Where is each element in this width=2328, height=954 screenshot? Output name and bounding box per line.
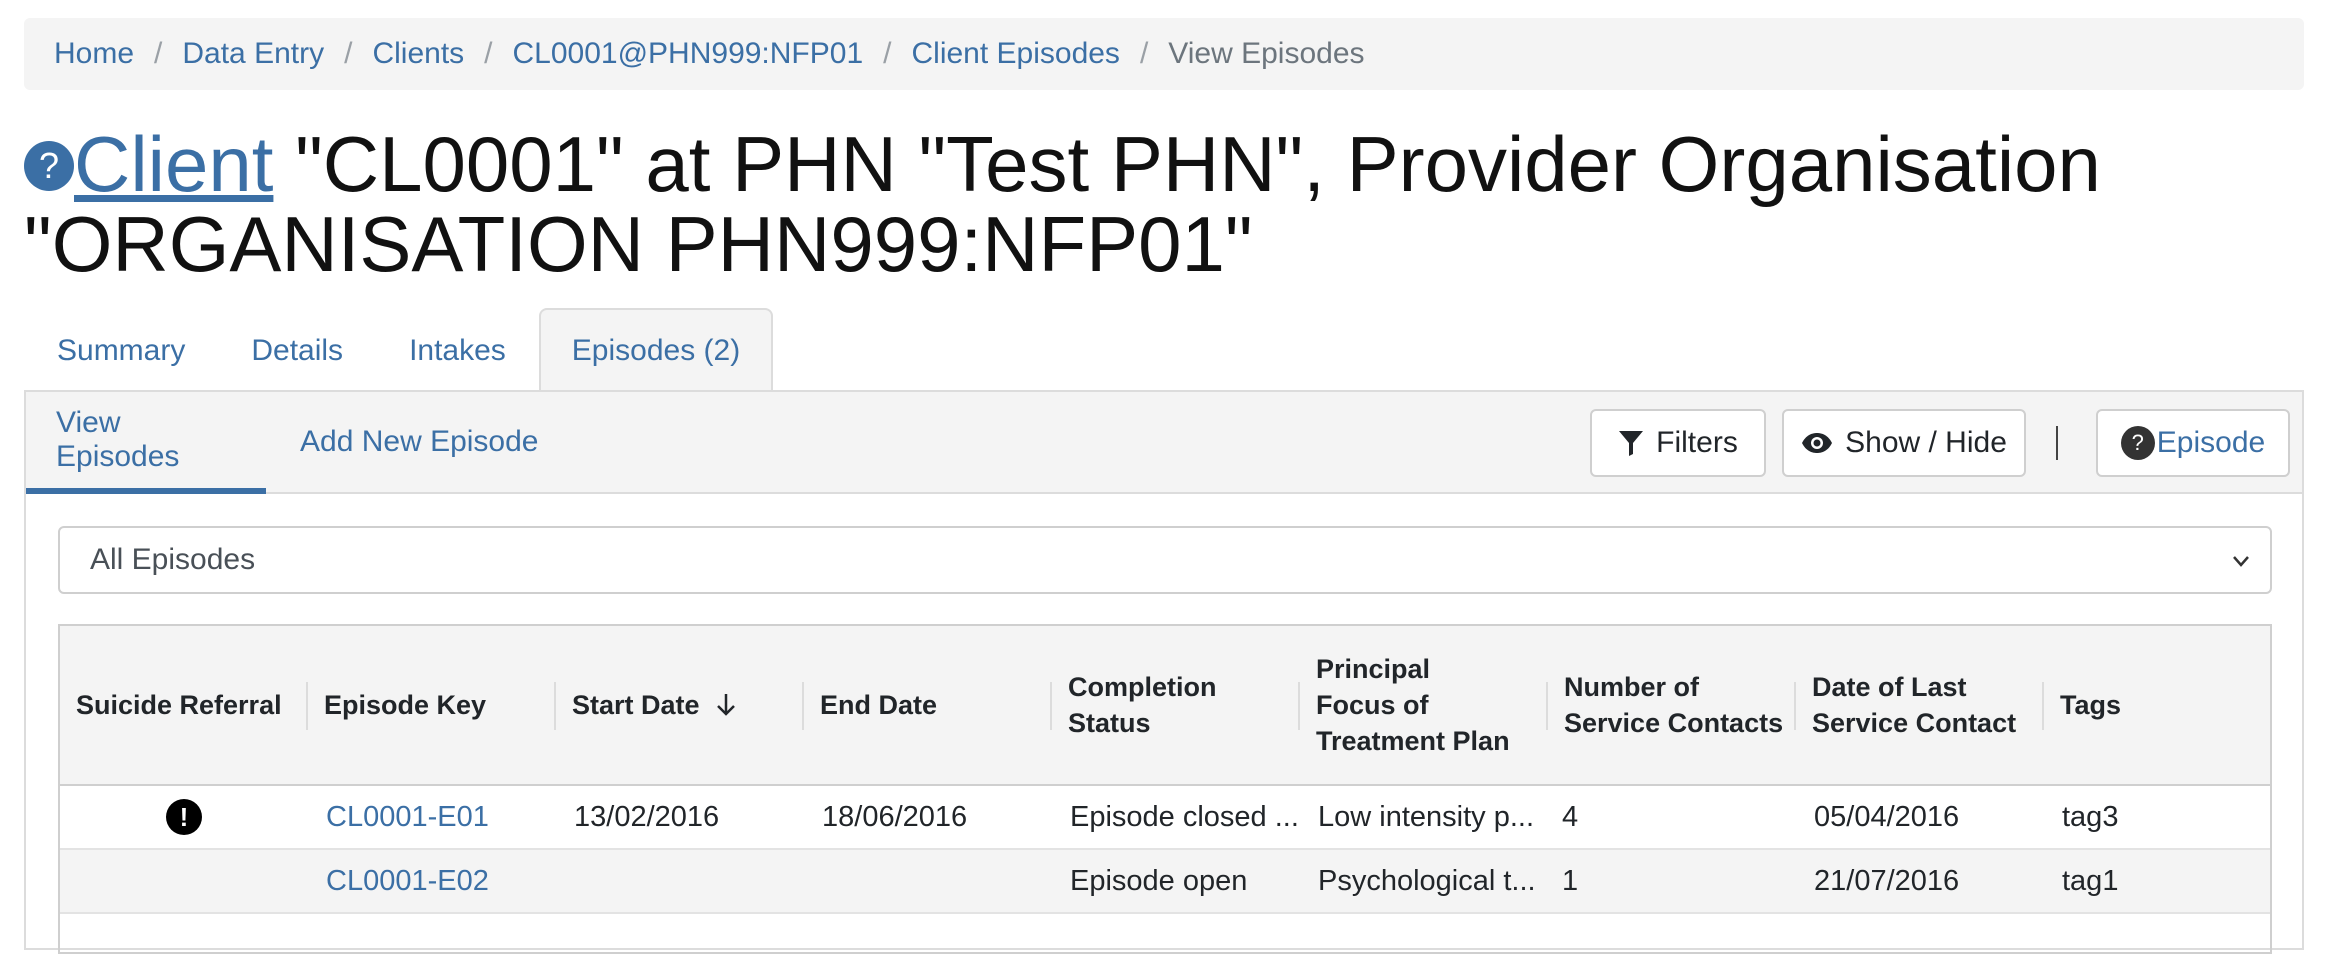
last-contact-cell: 05/04/2016	[1814, 800, 1960, 833]
subtab-view-episodes[interactable]: View Episodes	[26, 392, 266, 494]
episode-key-cell: CL0001-E02	[308, 850, 554, 912]
end-date-cell: 18/06/2016	[822, 800, 968, 833]
principal-focus-cell: Low intensity p...	[1318, 800, 1534, 833]
breadcrumb-current: View Episodes	[1168, 37, 1365, 70]
end-date-cell	[804, 850, 1050, 912]
exclamation-icon: !	[166, 799, 202, 835]
col-number-of-service-contacts[interactable]: Number of Service Contacts	[1548, 626, 1794, 784]
page-title-text: "CL0001" at PHN "Test PHN", Provider Org…	[273, 120, 2101, 208]
table-row[interactable]: ! CL0001-E01 13/02/2016 18/06/2016 Episo…	[60, 786, 2270, 850]
page-title: ? Client "CL0001" at PHN "Test PHN", Prov…	[24, 124, 2314, 284]
help-icon[interactable]: ?	[24, 141, 74, 192]
tab-summary[interactable]: Summary	[24, 308, 218, 392]
filters-label: Filters	[1656, 426, 1738, 459]
episodes-table: Suicide Referral Episode Key Start Date …	[58, 624, 2272, 954]
filters-button[interactable]: Filters	[1590, 409, 1766, 477]
eye-icon	[1802, 433, 1833, 453]
breadcrumb-home[interactable]: Home	[54, 37, 134, 71]
col-completion-status[interactable]: Completion Status	[1052, 626, 1298, 784]
breadcrumb-separator: /	[484, 37, 493, 70]
tags-cell: tag1	[2062, 864, 2119, 897]
start-date-cell	[556, 850, 802, 912]
chevron-down-icon	[2233, 556, 2249, 567]
episode-filter-select[interactable]: All Episodes	[58, 526, 2272, 594]
col-principal-focus[interactable]: Principal Focus of Treatment Plan	[1300, 626, 1546, 784]
breadcrumb-clients[interactable]: Clients	[372, 37, 464, 71]
episodes-panel: View Episodes Add New Episode Filters Sh…	[24, 390, 2304, 954]
episodes-subnav: View Episodes Add New Episode Filters Sh…	[26, 392, 2302, 494]
episode-help-label: Episode	[2156, 426, 2266, 459]
breadcrumb-client-episodes[interactable]: Client Episodes	[911, 37, 1119, 71]
col-end-date[interactable]: End Date	[804, 626, 1050, 784]
col-episode-key[interactable]: Episode Key	[308, 626, 554, 784]
tab-intakes[interactable]: Intakes	[376, 308, 539, 392]
breadcrumb-separator: /	[883, 37, 892, 70]
toolbar-divider	[2056, 426, 2058, 460]
start-date-cell: 13/02/2016	[574, 800, 720, 833]
principal-focus-cell: Psychological t...	[1318, 864, 1536, 897]
service-contacts-cell: 1	[1562, 864, 1579, 897]
sort-arrow-down-icon	[716, 694, 735, 716]
episode-key-link[interactable]: CL0001-E02	[326, 865, 489, 898]
episode-key-cell: CL0001-E01	[308, 786, 554, 848]
breadcrumb-separator: /	[344, 37, 353, 70]
filter-icon	[1619, 431, 1644, 456]
col-start-date[interactable]: Start Date	[556, 626, 802, 784]
episode-filter-value: All Episodes	[90, 543, 256, 576]
tab-episodes[interactable]: Episodes (2)	[538, 308, 774, 392]
table-row[interactable]: CL0001-E02 Episode open Psychological t.…	[60, 850, 2270, 914]
table-header: Suicide Referral Episode Key Start Date …	[60, 626, 2270, 786]
service-contacts-cell: 4	[1562, 800, 1579, 833]
tab-details[interactable]: Details	[218, 308, 376, 392]
client-tabs: Summary Details Intakes Episodes (2)	[24, 308, 774, 392]
tags-cell: tag3	[2062, 800, 2119, 833]
breadcrumb-separator: /	[154, 37, 163, 70]
page-title-organisation: "ORGANISATION PHN999:NFP01"	[24, 200, 1253, 288]
completion-status-cell: Episode closed ...	[1070, 800, 1298, 833]
col-start-date-label: Start Date	[572, 690, 700, 720]
breadcrumb: Home / Data Entry / Clients / CL0001@PHN…	[24, 18, 2304, 90]
col-date-of-last-service-contact[interactable]: Date of Last Service Contact	[1796, 626, 2042, 784]
breadcrumb-separator: /	[1139, 37, 1149, 70]
breadcrumb-client[interactable]: CL0001@PHN999:NFP01	[513, 37, 864, 71]
suicide-referral-cell	[60, 850, 308, 912]
breadcrumb-data-entry[interactable]: Data Entry	[182, 37, 324, 71]
show-hide-label: Show / Hide	[1845, 426, 2007, 459]
episode-help-button[interactable]: ? Episode	[2096, 409, 2290, 477]
subtab-add-new-episode[interactable]: Add New Episode	[300, 392, 538, 492]
col-tags[interactable]: Tags	[2044, 626, 2270, 784]
suicide-referral-cell: !	[60, 786, 308, 848]
last-contact-cell: 21/07/2016	[1814, 864, 1960, 897]
client-link[interactable]: Client	[74, 120, 273, 208]
help-icon: ?	[2120, 426, 2155, 460]
show-hide-button[interactable]: Show / Hide	[1782, 409, 2026, 477]
episode-key-link[interactable]: CL0001-E01	[326, 801, 489, 834]
completion-status-cell: Episode open	[1070, 864, 1248, 897]
col-suicide-referral[interactable]: Suicide Referral	[60, 626, 306, 784]
